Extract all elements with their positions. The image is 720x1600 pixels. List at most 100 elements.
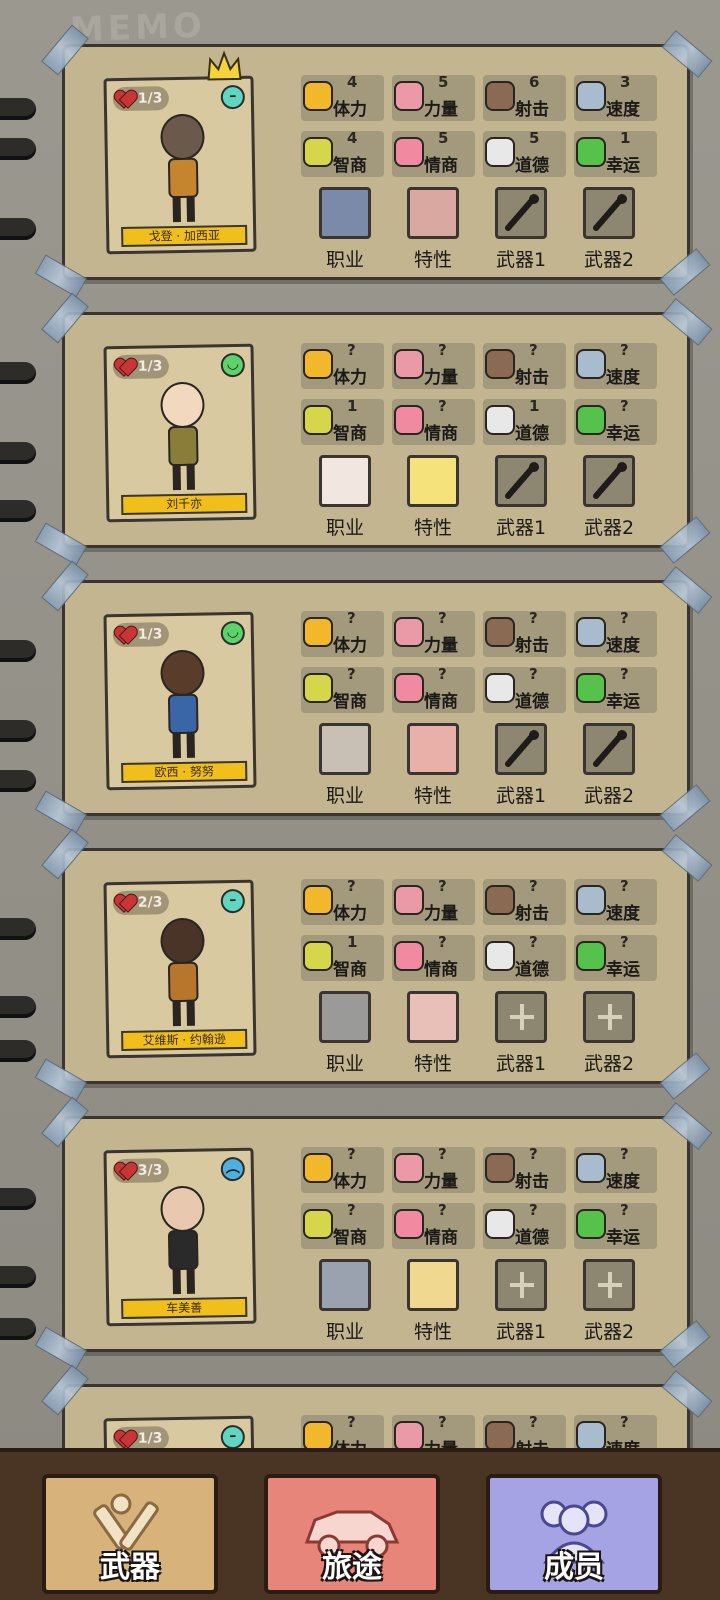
- weapon1-slot[interactable]: 武器1: [495, 455, 547, 540]
- trait-slot[interactable]: 特性: [407, 455, 459, 540]
- binder-ring: [0, 362, 36, 384]
- weapon-icon: [583, 723, 635, 775]
- stat-intellect[interactable]: ? 智商: [301, 1201, 384, 1249]
- shooting-icon: [485, 617, 515, 647]
- member-portrait[interactable]: 1/3 ◡ 刘千亦: [103, 343, 257, 523]
- trait-slot[interactable]: 特性: [407, 723, 459, 808]
- stat-intellect[interactable]: 1 智商: [301, 933, 384, 981]
- stat-morality[interactable]: ? 道德: [483, 933, 566, 981]
- stat-shooting[interactable]: ? 射击: [483, 609, 566, 657]
- member-card[interactable]: 1/3 ◡ 刘千亦 ? 体力? 力量? 射击? 速度 1 智商? 情商 1 道德? 幸运职业 特性 武器1 武器…: [34, 292, 713, 566]
- weapon2-slot[interactable]: 武器2: [583, 455, 635, 540]
- member-card[interactable]: 3/3 ︵ 车美善 ? 体力? 力量? 射击? 速度 ? 智商? 情商? 道德? 幸运职业 特性 武器1 武器…: [34, 1096, 713, 1370]
- stat-shooting[interactable]: ? 射击: [483, 341, 566, 389]
- stat-morality[interactable]: 1 道德: [483, 397, 566, 445]
- stat-stamina[interactable]: 4 体力: [301, 73, 384, 121]
- morality-icon: [485, 673, 515, 703]
- weapon1-slot[interactable]: 武器1: [495, 1259, 547, 1344]
- stamina-icon: [303, 1421, 333, 1451]
- slot-label: 特性: [413, 1053, 452, 1075]
- stat-speed[interactable]: ? 速度: [574, 609, 657, 657]
- weapon2-slot[interactable]: 武器2: [583, 723, 635, 808]
- stat-value: 5: [438, 129, 449, 147]
- stat-speed[interactable]: ? 速度: [574, 1145, 657, 1193]
- stat-speed[interactable]: ? 速度: [574, 877, 657, 925]
- stat-shooting[interactable]: 6 射击: [483, 73, 566, 121]
- member-portrait[interactable]: 1/3 – 戈登 · 加西亚: [103, 50, 257, 255]
- stat-emotion[interactable]: ? 情商: [392, 1201, 475, 1249]
- stat-morality[interactable]: 5 道德: [483, 129, 566, 177]
- trait-slot[interactable]: 特性: [407, 991, 459, 1076]
- stat-luck[interactable]: ? 幸运: [574, 397, 657, 445]
- slot-label: 特性: [413, 517, 452, 539]
- stat-luck[interactable]: ? 幸运: [574, 665, 657, 713]
- stat-emotion[interactable]: ? 情商: [392, 933, 475, 981]
- job-slot[interactable]: 职业: [319, 187, 371, 272]
- stat-label: 道德: [515, 1228, 549, 1248]
- stat-morality[interactable]: ? 道德: [483, 1201, 566, 1249]
- stat-value: 5: [438, 73, 449, 91]
- character-leg: [186, 195, 195, 222]
- weapon1-slot[interactable]: 武器1: [495, 187, 547, 272]
- journey-tab-button[interactable]: 旅途: [264, 1474, 440, 1594]
- stat-intellect[interactable]: 1 智商: [301, 397, 384, 445]
- character-head: [160, 381, 205, 429]
- weapon2-slot[interactable]: 武器2: [583, 187, 635, 272]
- stat-stamina[interactable]: ? 体力: [301, 1145, 384, 1193]
- stat-speed[interactable]: 3 速度: [574, 73, 657, 121]
- stat-label: 体力: [333, 368, 367, 388]
- stat-stamina[interactable]: ? 体力: [301, 341, 384, 389]
- stat-stamina[interactable]: ? 体力: [301, 877, 384, 925]
- weapon2-slot[interactable]: 武器2: [583, 1259, 635, 1344]
- intellect-icon: [303, 405, 333, 435]
- stat-luck[interactable]: 1 幸运: [574, 129, 657, 177]
- stat-emotion[interactable]: ? 情商: [392, 397, 475, 445]
- member-portrait[interactable]: 3/3 ︵ 车美善: [103, 1147, 257, 1327]
- member-card[interactable]: 1/3 ◡ 欧西 · 努努? 体力? 力量? 射击? 速度? 智商? 情商? 道德? 幸运 职业 特性武…: [34, 560, 713, 834]
- stat-luck[interactable]: ? 幸运: [574, 933, 657, 981]
- stat-strength[interactable]: ? 力量: [392, 609, 475, 657]
- stat-strength[interactable]: ? 力量: [392, 341, 475, 389]
- character-leg: [172, 1267, 181, 1295]
- weapon1-slot[interactable]: 武器1: [495, 723, 547, 808]
- mood-neutral-icon: –: [220, 84, 246, 110]
- member-portrait[interactable]: 2/3 – 艾维斯 · 约翰逊: [103, 879, 257, 1059]
- stat-stamina[interactable]: ? 体力: [301, 609, 384, 657]
- stat-intellect[interactable]: 4 智商: [301, 129, 384, 177]
- hp-value: 1/3: [137, 626, 163, 643]
- stat-speed[interactable]: ? 速度: [574, 341, 657, 389]
- stat-shooting[interactable]: ? 射击: [483, 1145, 566, 1193]
- equipment-slots: 职业 特性 武器1 武器2: [301, 1259, 657, 1344]
- stat-morality[interactable]: ? 道德: [483, 665, 566, 713]
- stat-label: 射击: [515, 368, 549, 388]
- stat-emotion[interactable]: ? 情商: [392, 665, 475, 713]
- members-tab-button[interactable]: 成员: [486, 1474, 662, 1594]
- weapon-icon: [495, 455, 547, 507]
- stat-strength[interactable]: 5 力量: [392, 73, 475, 121]
- weapons-tab-button[interactable]: 武器: [42, 1474, 218, 1594]
- stat-shooting[interactable]: ? 射击: [483, 877, 566, 925]
- member-card[interactable]: 1/3 – 戈登 · 加西亚 4 体力 5 力量 6 射击 3 速度 4 智商 5 情商 5 道德 1 幸运职业 特性…: [34, 24, 713, 298]
- job-slot[interactable]: 职业: [319, 723, 371, 808]
- job-slot[interactable]: 职业: [319, 991, 371, 1076]
- stat-luck[interactable]: ? 幸运: [574, 1201, 657, 1249]
- trait-slot[interactable]: 特性: [407, 1259, 459, 1344]
- stat-label: 幸运: [606, 156, 640, 176]
- stat-row: ? 体力? 力量? 射击? 速度: [301, 1145, 657, 1193]
- weapon1-slot[interactable]: 武器1: [495, 991, 547, 1076]
- job-slot[interactable]: 职业: [319, 455, 371, 540]
- stat-intellect[interactable]: ? 智商: [301, 665, 384, 713]
- trait-slot[interactable]: 特性: [407, 187, 459, 272]
- binder-ring: [0, 1318, 36, 1340]
- stat-strength[interactable]: ? 力量: [392, 877, 475, 925]
- member-portrait[interactable]: 1/3 ◡ 欧西 · 努努: [103, 611, 257, 791]
- stat-emotion[interactable]: 5 情商: [392, 129, 475, 177]
- weapon2-slot[interactable]: 武器2: [583, 991, 635, 1076]
- stat-strength[interactable]: ? 力量: [392, 1145, 475, 1193]
- stats-panel: ? 体力? 力量? 射击? 速度 1 智商? 情商? 道德? 幸运职业 特性 武器1 武器2: [301, 877, 657, 1076]
- member-card[interactable]: 2/3 – 艾维斯 · 约翰逊 ? 体力? 力量? 射击? 速度 1 智商? 情商? 道德? 幸运职业 特…: [34, 828, 713, 1102]
- job-slot[interactable]: 职业: [319, 1259, 371, 1344]
- heart-icon: [115, 625, 135, 645]
- stat-label: 射击: [515, 1172, 549, 1192]
- crown-icon: [207, 50, 242, 81]
